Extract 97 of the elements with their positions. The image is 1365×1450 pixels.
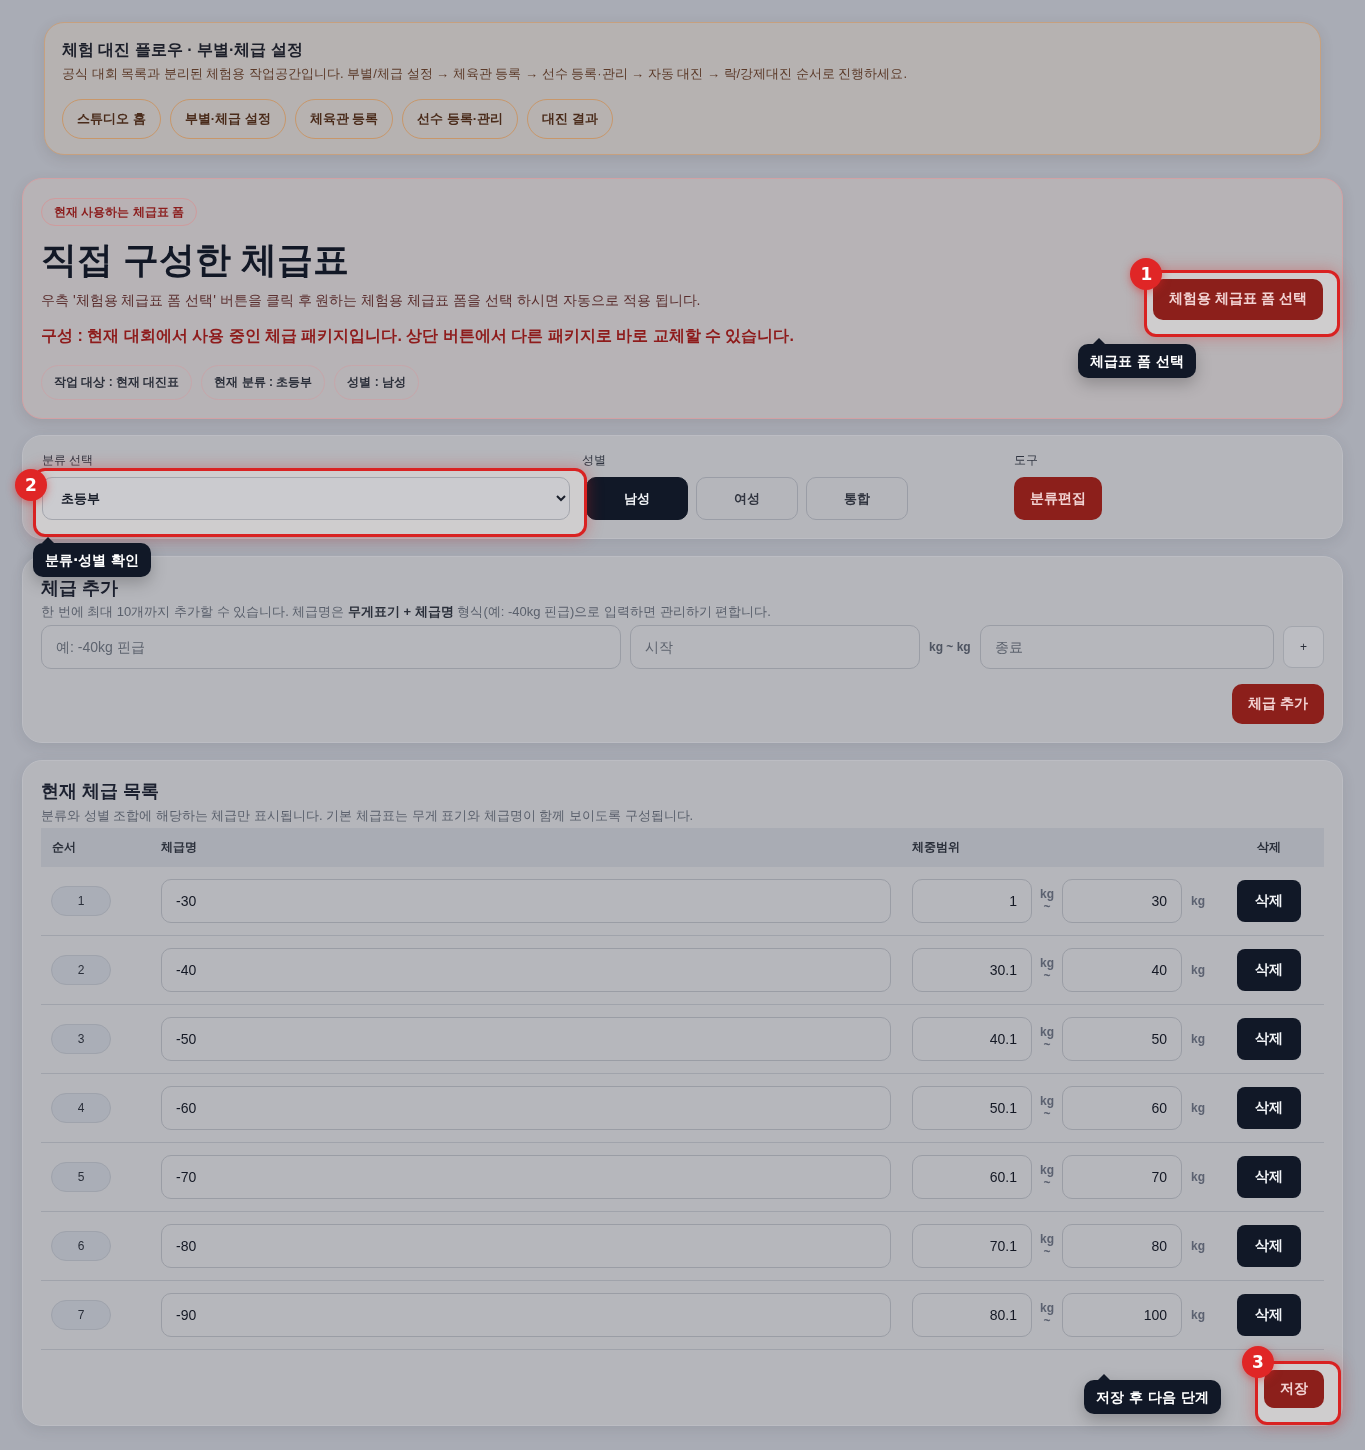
min-weight-input[interactable]: 80.1 bbox=[912, 1293, 1032, 1337]
unit-label: kg bbox=[1191, 963, 1206, 977]
unit-label: kg bbox=[1040, 957, 1054, 970]
save-button[interactable]: 저장 bbox=[1264, 1370, 1324, 1408]
range-separator: ~ bbox=[1043, 1039, 1051, 1052]
delete-button[interactable]: 삭제 bbox=[1236, 880, 1301, 922]
step-link[interactable]: 부별·체급 설정 bbox=[169, 99, 286, 139]
section-description: 한 번에 최대 10개까지 추가할 수 있습니다. 체급명은 무게표기 + 체급명 형식(예: -40kg 핀급)으로 입력하면 관리하기 편합니다. bbox=[41, 604, 772, 620]
order-number: 2 bbox=[51, 955, 111, 985]
range-separator: ~ bbox=[1043, 970, 1051, 983]
step-link[interactable]: 스튜디오 홈 bbox=[62, 99, 161, 139]
field-label: 성별 bbox=[582, 453, 606, 467]
guide-tooltip: 저장 후 다음 단계 bbox=[1084, 1374, 1221, 1414]
unit-label: kg bbox=[1040, 888, 1054, 901]
class-name-input[interactable]: -60 bbox=[161, 1086, 891, 1130]
unit-label: kg bbox=[1191, 894, 1206, 908]
unit-label: kg bbox=[1040, 1302, 1054, 1315]
delete-button[interactable]: 삭제 bbox=[1236, 1018, 1301, 1060]
class-name-input[interactable]: -30 bbox=[161, 879, 891, 923]
unit-label: kg bbox=[1191, 1101, 1206, 1115]
template-tag: 현재 사용하는 체급표 폼 bbox=[41, 198, 197, 226]
field-label: 도구 bbox=[1014, 453, 1038, 467]
step-number-badge: 1 bbox=[1130, 257, 1163, 290]
class-name-input[interactable]: -80 bbox=[161, 1224, 891, 1268]
order-number: 6 bbox=[51, 1231, 111, 1261]
max-weight-input[interactable]: 100 bbox=[1062, 1293, 1182, 1337]
range-separator: ~ bbox=[1043, 1108, 1051, 1121]
order-number: 5 bbox=[51, 1162, 111, 1192]
order-number: 7 bbox=[51, 1300, 111, 1330]
max-weight-input[interactable]: 70 bbox=[1062, 1155, 1182, 1199]
min-weight-input[interactable]: 60.1 bbox=[912, 1155, 1032, 1199]
range-separator: ~ bbox=[1043, 1246, 1051, 1259]
step-number-badge: 2 bbox=[15, 469, 47, 501]
min-weight-input[interactable]: 30.1 bbox=[912, 948, 1032, 992]
min-weight-input[interactable]: 70.1 bbox=[912, 1224, 1032, 1268]
class-name-input[interactable]: -40 bbox=[161, 948, 891, 992]
section-description: 분류와 성별 조합에 해당하는 체급만 표시됩니다. 기본 체급표는 무게 표기와 체급명이 함께 보이도록 구성됩니다. bbox=[41, 808, 695, 824]
template-description: 우측 '체험용 체급표 폼 선택' 버튼을 클릭 후 원하는 체험용 체급표 폼을 선택 하시면 자동으로 적용 됩니다. bbox=[41, 291, 701, 310]
column-header: 체중범위 bbox=[912, 839, 960, 856]
delete-button[interactable]: 삭제 bbox=[1236, 949, 1301, 991]
unit-label: kg bbox=[1040, 1026, 1054, 1039]
max-weight-input[interactable]: 30 bbox=[1062, 879, 1182, 923]
max-weight-input[interactable]: 60 bbox=[1062, 1086, 1182, 1130]
range-separator: ~ bbox=[1043, 1315, 1051, 1328]
min-weight-input[interactable]: 40.1 bbox=[912, 1017, 1032, 1061]
flow-title: 체험 대진 플로우 · 부별·체급 설정 bbox=[62, 40, 304, 60]
range-unit-label: kg ~ kg bbox=[929, 640, 971, 654]
max-weight-input[interactable]: 40 bbox=[1062, 948, 1182, 992]
step-link[interactable]: 체육관 등록 bbox=[294, 99, 394, 139]
order-number: 3 bbox=[51, 1024, 111, 1054]
step-link[interactable]: 선수 등록·관리 bbox=[402, 99, 519, 139]
delete-button[interactable]: 삭제 bbox=[1236, 1156, 1301, 1198]
class-name-input[interactable]: -50 bbox=[161, 1017, 891, 1061]
section-title: 현재 체급 목록 bbox=[41, 780, 160, 802]
start-weight-field[interactable]: 시작 bbox=[630, 625, 920, 669]
order-number: 1 bbox=[51, 886, 111, 916]
gender-toggle[interactable]: 남성 bbox=[586, 477, 688, 520]
delete-button[interactable]: 삭제 bbox=[1236, 1087, 1301, 1129]
template-title: 직접 구성한 체급표 bbox=[41, 238, 349, 282]
plus-button[interactable]: + bbox=[1283, 626, 1324, 668]
order-number: 4 bbox=[51, 1093, 111, 1123]
field-label: 분류 선택 bbox=[42, 453, 94, 467]
column-header: 순서 bbox=[52, 839, 76, 856]
composition-note: 구성 : 현재 대회에서 사용 중인 체급 패키지입니다. 상단 버튼에서 다른 패키지로 바로 교체할 수 있습니다. bbox=[41, 326, 794, 346]
division-select[interactable]: 초등부 bbox=[42, 477, 570, 520]
class-name-input[interactable]: -70 bbox=[161, 1155, 891, 1199]
range-separator: ~ bbox=[1043, 1177, 1051, 1190]
step-link[interactable]: 대진 결과 bbox=[527, 99, 613, 139]
step-number-badge: 3 bbox=[1242, 1346, 1274, 1378]
unit-label: kg bbox=[1040, 1233, 1054, 1246]
class-name-field[interactable]: 예: -40kg 핀급 bbox=[41, 625, 621, 669]
min-weight-input[interactable]: 1 bbox=[912, 879, 1032, 923]
min-weight-input[interactable]: 50.1 bbox=[912, 1086, 1032, 1130]
end-weight-field[interactable]: 종료 bbox=[979, 625, 1274, 669]
template-select-button[interactable]: 체험용 체급표 폼 선택 bbox=[1153, 278, 1323, 320]
category-edit-button[interactable]: 분류편집 bbox=[1014, 477, 1102, 520]
column-header: 체급명 bbox=[161, 839, 197, 856]
unit-label: kg bbox=[1040, 1164, 1054, 1177]
gender-toggle[interactable]: 여성 bbox=[696, 477, 798, 520]
max-weight-input[interactable]: 50 bbox=[1062, 1017, 1182, 1061]
unit-label: kg bbox=[1191, 1239, 1206, 1253]
unit-label: kg bbox=[1191, 1170, 1206, 1184]
column-header: 삭제 bbox=[1257, 839, 1281, 856]
unit-label: kg bbox=[1040, 1095, 1054, 1108]
guide-tooltip: 체급표 폼 선택 bbox=[1078, 337, 1197, 378]
section-title: 체급 추가 bbox=[41, 578, 119, 598]
flow-description: 공식 대회 목록과 분리된 체험용 작업공간입니다. 부별/체급 설정 → 체육관 등록 → 선수 등록·관리 → 자동 대진 → 락/강제대진 순서로 진행하세요. bbox=[62, 65, 908, 83]
delete-button[interactable]: 삭제 bbox=[1236, 1225, 1301, 1267]
guide-tooltip: 분류·성별 확인 bbox=[33, 537, 152, 577]
range-separator: ~ bbox=[1043, 901, 1051, 914]
add-class-button[interactable]: 체급 추가 bbox=[1232, 684, 1324, 724]
unit-label: kg bbox=[1191, 1308, 1206, 1322]
class-name-input[interactable]: -90 bbox=[161, 1293, 891, 1337]
unit-label: kg bbox=[1191, 1032, 1206, 1046]
gender-toggle[interactable]: 통합 bbox=[806, 477, 908, 520]
max-weight-input[interactable]: 80 bbox=[1062, 1224, 1182, 1268]
delete-button[interactable]: 삭제 bbox=[1236, 1294, 1301, 1336]
